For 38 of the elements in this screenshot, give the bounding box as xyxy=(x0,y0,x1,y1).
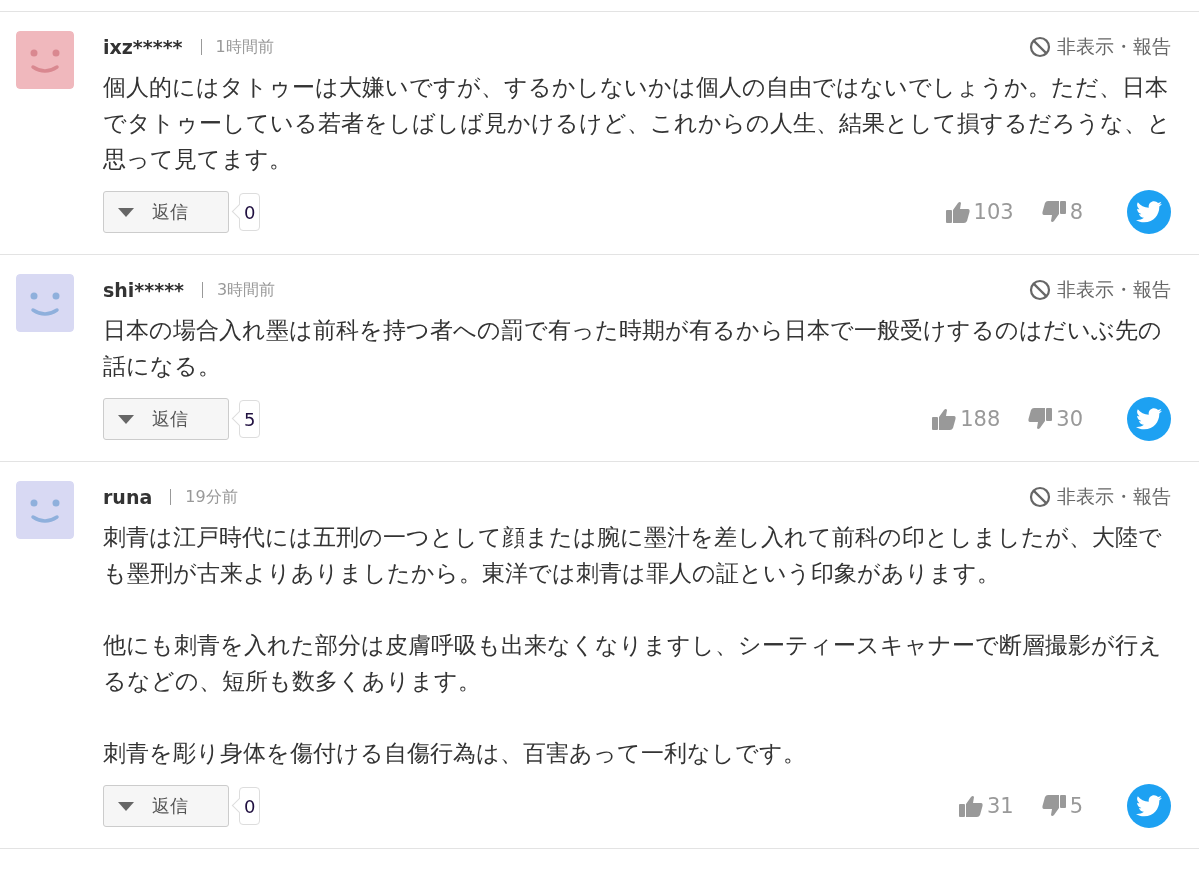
reply-count: 0 xyxy=(232,193,261,231)
twitter-share-button[interactable] xyxy=(1127,397,1171,441)
prohibited-icon xyxy=(1029,279,1051,301)
twitter-share-button[interactable] xyxy=(1127,190,1171,234)
comment-text: 個人的にはタトゥーは大嫌いですが、するかしないかは個人の自由ではないでしょうか。ただ、日本でタトゥーしている若者をしばしば見かけるけど、これからの人生、結果として損するだろうな、と思って見てます。 xyxy=(103,73,1171,174)
prohibited-icon xyxy=(1029,36,1051,58)
reply-count: 5 xyxy=(232,400,261,438)
thumbs-up-icon xyxy=(958,795,983,817)
hide-report-link[interactable]: 非表示・報告 xyxy=(1029,34,1171,60)
bird-icon xyxy=(1136,795,1162,817)
hide-report-link[interactable]: 非表示・報告 xyxy=(1029,277,1171,303)
thumbs-up-icon xyxy=(932,408,957,430)
user-name[interactable]: ixz***** xyxy=(103,36,183,58)
caret-icon xyxy=(118,801,134,811)
reply-button[interactable]: 返信 xyxy=(103,398,229,440)
thumbs-down-icon xyxy=(1041,201,1066,223)
comment-text: 日本の場合入れ墨は前科を持つ者への罰で有った時期が有るから日本で一般受けするのはだいぶ先の話になる。 xyxy=(103,316,1163,381)
thumbs-up-icon xyxy=(945,201,970,223)
comment-text: 刺青は江戸時代には五刑の一つとして顔または腕に墨汁を差し入れて前科の印としましたが、大陸でも墨刑が古来よりありましたから。東洋では刺青は罪人の証という印象があります。 xyxy=(103,523,1163,588)
post-time: 3時間前 xyxy=(217,279,276,301)
post-time: 1時間前 xyxy=(215,36,274,58)
user-name[interactable]: runa xyxy=(103,486,153,508)
comment-text: 刺青を彫り身体を傷付ける自傷行為は、百害あって一利なしです。 xyxy=(103,739,807,768)
twitter-share-button[interactable] xyxy=(1127,784,1171,828)
thumbs-down-icon xyxy=(1041,795,1066,817)
bird-icon xyxy=(1136,408,1162,430)
reply-count: 0 xyxy=(232,787,261,825)
post-time: 19分前 xyxy=(185,486,238,508)
reply-button[interactable]: 返信 xyxy=(103,785,229,827)
comment-text: 他にも刺青を入れた部分は皮膚呼吸も出来なくなりますし、シーティースキャナーで断層撮影が行えるなどの、短所も数多くあります。 xyxy=(103,631,1163,696)
bird-icon xyxy=(1136,201,1162,223)
reply-button[interactable]: 返信 xyxy=(103,191,229,233)
caret-icon xyxy=(118,207,134,217)
hide-report-link[interactable]: 非表示・報告 xyxy=(1029,484,1171,510)
prohibited-icon xyxy=(1029,486,1051,508)
user-name[interactable]: shi***** xyxy=(103,279,185,301)
thumbs-down-icon xyxy=(1028,408,1053,430)
caret-icon xyxy=(118,414,134,424)
